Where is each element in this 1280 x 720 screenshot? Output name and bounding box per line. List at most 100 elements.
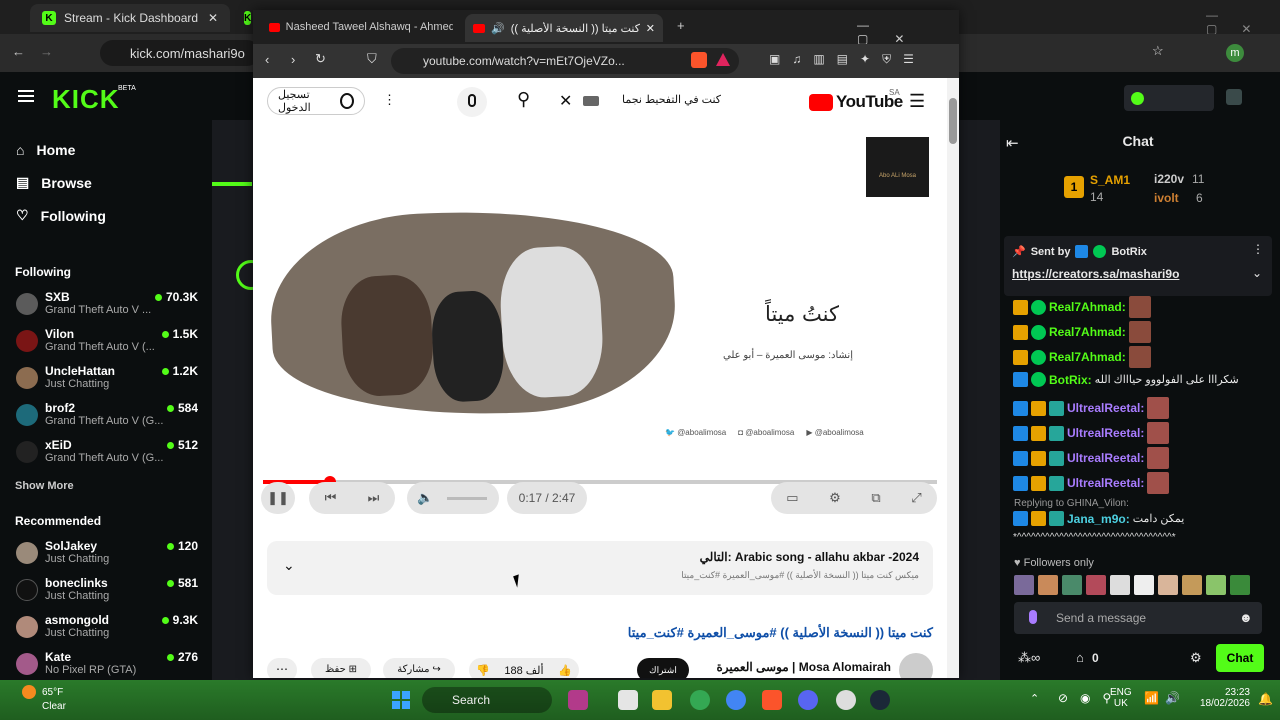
chrome-icon[interactable] bbox=[726, 690, 746, 710]
emote[interactable] bbox=[1182, 575, 1202, 595]
tab-current-video[interactable]: 🔊كنت ميتا (( النسخة الأصلية )) #...✕ bbox=[465, 14, 663, 42]
gear-icon[interactable]: ⚙ bbox=[1190, 650, 1202, 666]
forward-icon[interactable]: › bbox=[291, 52, 295, 67]
fullscreen-icon[interactable]: ⤢ bbox=[911, 490, 921, 506]
task-view-icon[interactable] bbox=[618, 690, 638, 710]
gear-icon[interactable]: ⚙ bbox=[829, 490, 841, 506]
dislike-icon[interactable]: 👎 bbox=[476, 664, 490, 677]
up-next-card[interactable]: ⌄ التالي: Arabic song - allahu akbar -20… bbox=[267, 541, 933, 595]
channel-item[interactable]: Kate No Pixel RP (GTA) 276 bbox=[0, 645, 212, 682]
get-kicks-button[interactable] bbox=[1124, 85, 1214, 111]
player-settings-group[interactable]: ▭ ⚙ ⧉ ⤢ bbox=[771, 482, 937, 514]
search-input[interactable]: كنت في التفحيط نجما bbox=[603, 93, 721, 106]
more-actions-button[interactable]: ⋯ bbox=[267, 658, 297, 678]
chevron-down-icon[interactable]: ⌄ bbox=[1252, 266, 1262, 280]
show-more-link[interactable]: Show More bbox=[0, 470, 212, 502]
pause-button[interactable]: ❚❚ bbox=[261, 482, 295, 514]
mic-icon[interactable] bbox=[1029, 610, 1037, 624]
video-player[interactable]: Abo ALi Mosa كنتُ ميتاً إنشاد: موسى العم… bbox=[253, 126, 947, 520]
channel-item[interactable]: SolJakey Just Chatting 120 bbox=[0, 534, 212, 571]
kick-logo[interactable]: KICK bbox=[52, 84, 120, 115]
nav-home[interactable]: ⌂ Home bbox=[0, 133, 212, 166]
send-chat-button[interactable]: Chat bbox=[1216, 644, 1264, 672]
subscribe-button[interactable]: اشتراك bbox=[637, 658, 689, 678]
emote[interactable] bbox=[1134, 575, 1154, 595]
scrollbar[interactable] bbox=[947, 78, 959, 678]
close-icon[interactable]: ✕ bbox=[646, 22, 655, 35]
brave-icon[interactable] bbox=[762, 690, 782, 710]
like-icon[interactable]: 👍 bbox=[558, 664, 572, 677]
search-icon[interactable]: ⚲ bbox=[517, 89, 530, 110]
close-icon[interactable]: ✕ bbox=[208, 11, 218, 25]
emote-bar[interactable] bbox=[1014, 575, 1264, 597]
emote[interactable] bbox=[1230, 575, 1250, 595]
back-icon[interactable]: ‹ bbox=[265, 52, 269, 67]
more-icon[interactable]: ⋮ bbox=[1252, 242, 1264, 256]
share-button[interactable]: مشاركة ↪ bbox=[383, 658, 455, 678]
rewards-icon[interactable] bbox=[716, 53, 730, 66]
settings-icon[interactable] bbox=[836, 690, 856, 710]
emote[interactable] bbox=[1206, 575, 1226, 595]
top-gifter-2[interactable]: i220v bbox=[1154, 172, 1184, 186]
volume-slider[interactable] bbox=[447, 496, 488, 500]
window-controls[interactable]: —▢✕ bbox=[857, 18, 959, 46]
emote[interactable] bbox=[1110, 575, 1130, 595]
scrollbar-thumb[interactable] bbox=[949, 98, 957, 144]
discord-icon[interactable] bbox=[798, 690, 818, 710]
chat-input[interactable]: Send a message ☻ bbox=[1014, 602, 1262, 634]
network-sound-icons[interactable]: 📶🔊 bbox=[1144, 691, 1186, 705]
volume-control[interactable]: 🔈 bbox=[407, 482, 499, 514]
pinned-link[interactable]: https://creators.sa/mashari9o bbox=[1012, 267, 1179, 281]
reload-icon[interactable]: ↻ bbox=[315, 51, 326, 67]
menu-icon[interactable] bbox=[18, 90, 34, 102]
chevron-down-icon[interactable]: ⌄ bbox=[283, 557, 295, 574]
tab-kick-dashboard[interactable]: K Stream - Kick Dashboard ✕ bbox=[30, 4, 230, 32]
channel-item[interactable]: Vilon Grand Theft Auto V (... 1.5K bbox=[0, 322, 212, 359]
keyboard-icon[interactable] bbox=[583, 96, 599, 106]
emote[interactable] bbox=[1062, 575, 1082, 595]
channel-item[interactable]: asmongold Just Chatting 9.3K bbox=[0, 608, 212, 645]
captions-icon[interactable]: ▭ bbox=[786, 490, 798, 506]
emoji-icon[interactable]: ☻ bbox=[1239, 610, 1253, 625]
user-avatar[interactable] bbox=[1226, 89, 1242, 105]
app-icon[interactable] bbox=[690, 690, 710, 710]
weather-temp[interactable]: 65°F bbox=[42, 687, 63, 698]
prev-next-group[interactable]: ⏮ ⏭ bbox=[309, 482, 395, 514]
clear-icon[interactable]: ✕ bbox=[559, 91, 572, 111]
nav-browse[interactable]: ▤ Browse bbox=[0, 166, 212, 199]
top-gifter-1[interactable]: S_AM1 bbox=[1090, 173, 1130, 187]
language-indicator[interactable]: ENG UK bbox=[1110, 687, 1132, 709]
miniplayer-icon[interactable]: ⧉ bbox=[871, 490, 880, 506]
emote[interactable] bbox=[1014, 575, 1034, 595]
nav-following[interactable]: ♡ Following bbox=[0, 199, 212, 232]
channel-item[interactable]: UncleHattan Just Chatting 1.2K bbox=[0, 359, 212, 396]
emote[interactable] bbox=[1086, 575, 1106, 595]
file-explorer-icon[interactable] bbox=[652, 690, 672, 710]
more-icon[interactable]: ⋮ bbox=[383, 92, 396, 108]
bookmark-icon[interactable]: ⛉ bbox=[367, 51, 377, 67]
channel-item[interactable]: xEiD Grand Theft Auto V (G... 512 bbox=[0, 433, 212, 470]
forward-icon[interactable]: → bbox=[40, 44, 53, 59]
url-field[interactable]: kick.com/mashari9o bbox=[100, 40, 260, 66]
tab-nasheed[interactable]: Nasheed Taweel Alshawq - Ahmed B... bbox=[261, 14, 461, 40]
emote[interactable] bbox=[1158, 575, 1178, 595]
channel-name[interactable]: موسى العميرة | Mosa Alomairah bbox=[709, 660, 891, 674]
save-button[interactable]: حفظ ⊞ bbox=[311, 658, 371, 678]
channel-item[interactable]: brof2 Grand Theft Auto V (G... 584 bbox=[0, 396, 212, 433]
notification-icon[interactable]: 🔔 bbox=[1258, 692, 1273, 706]
new-tab-icon[interactable]: + bbox=[677, 18, 685, 33]
window-controls[interactable]: —▢✕ bbox=[1206, 8, 1280, 36]
like-dislike-group[interactable]: 👎 188 ألف 👍 bbox=[469, 658, 579, 678]
profile-avatar[interactable]: m bbox=[1226, 44, 1244, 62]
taskbar-search[interactable]: Search bbox=[422, 687, 552, 713]
app-icon[interactable] bbox=[568, 690, 588, 710]
star-icon[interactable]: ☆ bbox=[1152, 43, 1164, 59]
brave-shield-icon[interactable] bbox=[691, 52, 707, 68]
popup-url-field[interactable]: youtube.com/watch?v=mEt7OjeVZo... bbox=[391, 48, 739, 74]
chat-tools-icon[interactable]: ⁂∞ bbox=[1018, 650, 1040, 666]
extension-icons[interactable]: ▣♫▥▤✦⛨☰ bbox=[769, 52, 926, 67]
sign-in-button[interactable]: تسجيل الدخول bbox=[267, 87, 365, 115]
previous-icon[interactable]: ⏮ bbox=[325, 490, 337, 506]
back-icon[interactable]: ← bbox=[12, 44, 25, 59]
channel-avatar[interactable] bbox=[899, 653, 933, 678]
